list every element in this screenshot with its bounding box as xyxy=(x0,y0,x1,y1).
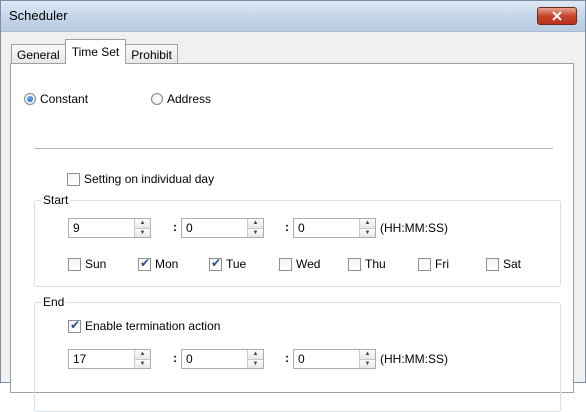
close-button[interactable] xyxy=(537,7,577,25)
spin-down-button[interactable]: ▼ xyxy=(359,227,375,237)
constant-label: Constant xyxy=(40,92,89,106)
scheduler-dialog: Scheduler General Time Set Prohibit Cons… xyxy=(0,0,586,412)
termination-checkbox[interactable]: Enable termination action xyxy=(68,318,221,333)
time-colon: : xyxy=(173,220,177,234)
spinner-buttons: ▲ ▼ xyxy=(247,350,263,368)
radio-indicator xyxy=(151,93,163,105)
spin-up-button[interactable]: ▲ xyxy=(134,219,150,228)
time-colon: : xyxy=(285,351,289,365)
constant-radio[interactable]: Constant xyxy=(24,92,88,106)
day-label: Mon xyxy=(155,257,179,271)
checkbox-box xyxy=(209,256,222,271)
spinner-buttons: ▲ ▼ xyxy=(247,219,263,237)
checkbox-box xyxy=(68,257,81,271)
day-checkbox-thu[interactable]: Thu xyxy=(348,257,386,271)
spinner-buttons: ▲ ▼ xyxy=(359,219,375,237)
day-checkbox-mon[interactable]: Mon xyxy=(138,256,179,271)
tab-prohibit[interactable]: Prohibit xyxy=(125,44,178,64)
termination-label: Enable termination action xyxy=(85,319,221,333)
spin-down-button[interactable]: ▼ xyxy=(247,227,263,237)
end-second-value: 0 xyxy=(298,352,305,366)
checkbox-box xyxy=(486,257,499,271)
tab-general[interactable]: General xyxy=(11,44,66,64)
start-second-value: 0 xyxy=(298,221,305,235)
time-colon: : xyxy=(173,351,177,365)
radio-indicator xyxy=(24,93,36,105)
checkbox-box xyxy=(68,318,81,333)
individual-day-label: Setting on individual day xyxy=(84,172,215,186)
dialog-client-area: General Time Set Prohibit Constant Addre… xyxy=(7,39,580,412)
spin-up-button[interactable]: ▲ xyxy=(247,350,263,359)
address-label: Address xyxy=(167,92,212,106)
title-bar[interactable]: Scheduler xyxy=(1,1,585,32)
start-second-spinner[interactable]: 0 ▲ ▼ xyxy=(293,218,376,238)
day-label: Wed xyxy=(296,257,321,271)
address-radio[interactable]: Address xyxy=(151,92,211,106)
end-hour-spinner[interactable]: 17 ▲ ▼ xyxy=(68,349,151,369)
individual-day-checkbox[interactable]: Setting on individual day xyxy=(67,172,214,186)
end-group-label: End xyxy=(41,295,67,309)
tab-time-set[interactable]: Time Set xyxy=(64,39,127,64)
spin-down-button[interactable]: ▼ xyxy=(247,358,263,368)
time-colon: : xyxy=(285,220,289,234)
end-minute-spinner[interactable]: 0 ▲ ▼ xyxy=(181,349,264,369)
day-label: Sun xyxy=(85,257,107,271)
end-group: End Enable termination action 17 ▲ ▼ : 0 xyxy=(34,295,561,412)
spin-down-button[interactable]: ▼ xyxy=(359,358,375,368)
window-title: Scheduler xyxy=(9,8,68,23)
spin-up-button[interactable]: ▲ xyxy=(247,219,263,228)
checkbox-box xyxy=(348,257,361,271)
day-checkbox-sun[interactable]: Sun xyxy=(68,257,106,271)
spin-down-button[interactable]: ▼ xyxy=(134,227,150,237)
spin-down-button[interactable]: ▼ xyxy=(134,358,150,368)
start-hour-spinner[interactable]: 9 ▲ ▼ xyxy=(68,218,151,238)
spinner-buttons: ▲ ▼ xyxy=(134,350,150,368)
spinner-buttons: ▲ ▼ xyxy=(359,350,375,368)
end-minute-value: 0 xyxy=(186,352,193,366)
checkbox-box xyxy=(138,256,151,271)
spin-up-button[interactable]: ▲ xyxy=(359,219,375,228)
time-set-panel: Constant Address Setting on individual d… xyxy=(10,63,574,412)
day-checkbox-wed[interactable]: Wed xyxy=(279,257,320,271)
checkbox-box xyxy=(418,257,431,271)
close-icon xyxy=(552,11,562,21)
day-label: Tue xyxy=(226,257,247,271)
day-checkbox-fri[interactable]: Fri xyxy=(418,257,449,271)
day-label: Sat xyxy=(503,257,522,271)
start-group: Start 9 ▲ ▼ : 0 ▲ ▼ : 0 ▲ ▼ (HH:MM:SS) S… xyxy=(34,193,561,287)
start-group-label: Start xyxy=(41,193,71,207)
start-minute-value: 0 xyxy=(186,221,193,235)
end-hour-value: 17 xyxy=(73,352,87,366)
day-label: Fri xyxy=(435,257,449,271)
start-hour-value: 9 xyxy=(73,221,80,235)
end-second-spinner[interactable]: 0 ▲ ▼ xyxy=(293,349,376,369)
start-minute-spinner[interactable]: 0 ▲ ▼ xyxy=(181,218,264,238)
day-checkbox-sat[interactable]: Sat xyxy=(486,257,521,271)
spin-up-button[interactable]: ▲ xyxy=(359,350,375,359)
separator-line xyxy=(34,148,553,149)
checkbox-box xyxy=(67,172,80,186)
day-checkbox-tue[interactable]: Tue xyxy=(209,256,247,271)
start-format-label: (HH:MM:SS) xyxy=(380,221,448,235)
spinner-buttons: ▲ ▼ xyxy=(134,219,150,237)
spin-up-button[interactable]: ▲ xyxy=(134,350,150,359)
tab-strip: General Time Set Prohibit xyxy=(11,39,178,64)
checkbox-box xyxy=(279,257,292,271)
day-label: Thu xyxy=(365,257,386,271)
end-format-label: (HH:MM:SS) xyxy=(380,352,448,366)
